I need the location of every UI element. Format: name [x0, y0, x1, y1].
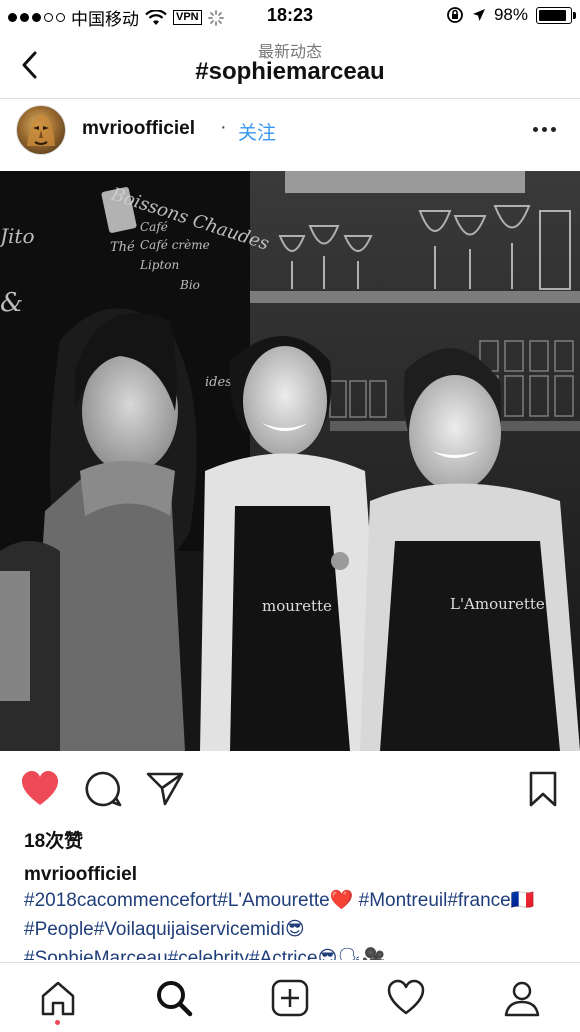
svg-text:&: & [0, 288, 23, 318]
svg-text:Jito: Jito [0, 224, 35, 248]
caption-hashtags-line3[interactable]: #SophieMarceau#celebrity#Actrice😎🗣🎥 [24, 948, 385, 960]
photo-image: Boissons Chaudes Jito & Café Café crème … [0, 171, 580, 751]
caption-hashtags-line1[interactable]: #2018cacommencefort#L'Amourette❤️ #Montr… [24, 890, 534, 940]
status-right: 98% [446, 5, 576, 25]
post-header: mvrioofficiel · 关注 [0, 99, 580, 171]
comment-icon[interactable] [84, 770, 122, 808]
svg-text:Café: Café [140, 220, 168, 234]
svg-text:Lipton: Lipton [139, 258, 179, 272]
share-icon[interactable] [145, 770, 185, 808]
likes-count[interactable]: 18次赞 [24, 826, 83, 853]
caption-username[interactable]: mvrioofficiel [24, 864, 137, 886]
follow-button[interactable]: 关注 [238, 118, 276, 145]
home-icon[interactable] [38, 978, 78, 1018]
svg-text:Bio: Bio [179, 278, 200, 292]
svg-text:Thé: Thé [110, 240, 135, 255]
svg-text:Café crème: Café crème [140, 238, 210, 252]
hashtag-title: #sophiemarceau [195, 58, 385, 85]
location-icon [472, 9, 485, 21]
nav-bar: 最新动态 #sophiemarceau [0, 32, 580, 99]
activity-heart-outline-icon[interactable] [386, 978, 426, 1018]
caption-text: #2018cacommencefort#L'Amourette❤️ #Montr… [24, 886, 564, 960]
post-username[interactable]: mvrioofficiel [82, 118, 195, 140]
search-icon[interactable] [154, 978, 194, 1018]
apron-text-left: mourette [262, 597, 332, 615]
rotation-lock-icon [447, 7, 463, 23]
post-actions [0, 766, 580, 814]
bottom-tab-bar [0, 962, 580, 1032]
separator-dot: · [220, 116, 227, 138]
like-heart-icon[interactable] [20, 770, 60, 808]
add-post-icon[interactable] [270, 978, 310, 1018]
apron-text-right: L'Amourette [450, 595, 545, 613]
svg-text:ides: ides [205, 375, 232, 390]
status-bar: 中国移动 VPN 18:23 98% [0, 0, 580, 32]
more-options-icon[interactable] [533, 127, 556, 132]
avatar[interactable] [16, 105, 66, 155]
battery-icon [536, 6, 576, 24]
profile-icon[interactable] [502, 978, 542, 1018]
post-photo[interactable]: Boissons Chaudes Jito & Café Café crème … [0, 171, 580, 751]
home-notification-dot [55, 1020, 60, 1025]
bookmark-icon[interactable] [528, 770, 558, 808]
battery-percent: 98% [493, 5, 528, 24]
